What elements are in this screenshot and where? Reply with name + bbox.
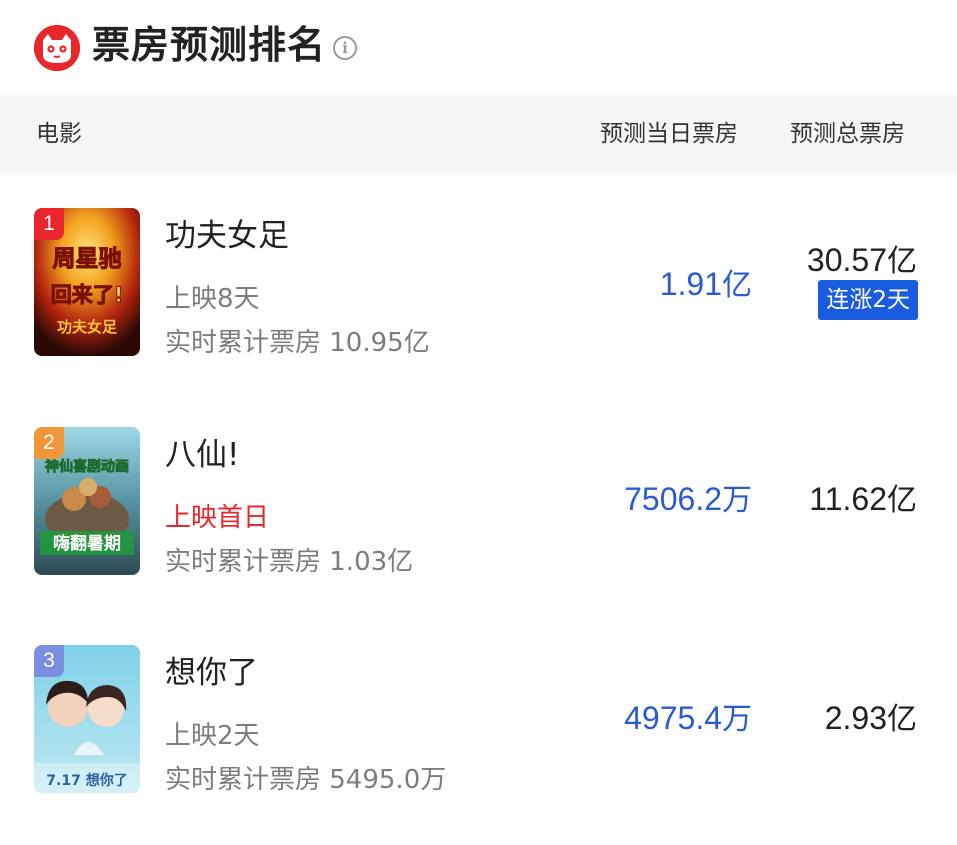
rising-streak-badge: 连涨2天 bbox=[818, 280, 918, 320]
svg-text:7.17 想你了: 7.17 想你了 bbox=[46, 772, 127, 789]
cumulative-box-office: 实时累计票房 5495.0万 bbox=[165, 765, 447, 795]
movie-row[interactable]: 7.17 想你了 3 想你了 上映2天 实时累计票房 5495.0万 4975.… bbox=[0, 645, 957, 845]
svg-text:周星驰: 周星驰 bbox=[53, 246, 122, 272]
movie-title[interactable]: 功夫女足 bbox=[165, 216, 289, 256]
daily-forecast-value: 7506.2万 bbox=[624, 481, 752, 517]
cumulative-box-office: 实时累计票房 1.03亿 bbox=[165, 547, 414, 577]
release-days: 上映8天 bbox=[165, 284, 260, 314]
rank-badge: 3 bbox=[34, 645, 64, 677]
total-forecast-value: 30.57亿 bbox=[806, 242, 917, 278]
page-title: 票房预测排名 bbox=[92, 23, 327, 67]
movie-row[interactable]: 周星驰 回来了! 功夫女足 1 功夫女足 上映8天 实时累计票房 10.95亿 … bbox=[0, 208, 957, 408]
svg-text:回来了!: 回来了! bbox=[51, 283, 124, 307]
rank-badge: 2 bbox=[34, 427, 64, 459]
movie-title[interactable]: 八仙! bbox=[165, 435, 239, 475]
svg-text:嗨翻暑期: 嗨翻暑期 bbox=[53, 533, 121, 554]
rank-badge: 1 bbox=[34, 208, 64, 240]
movie-poster[interactable]: 7.17 想你了 3 bbox=[34, 645, 140, 793]
svg-text:神仙喜剧动画: 神仙喜剧动画 bbox=[45, 458, 129, 475]
release-days: 上映2天 bbox=[165, 721, 260, 751]
total-forecast-value: 11.62亿 bbox=[809, 481, 917, 517]
maoyan-cat-logo-icon bbox=[34, 25, 80, 71]
movie-row[interactable]: 神仙喜剧动画 嗨翻暑期 2 八仙! 上映首日 实时累计票房 1.03亿 7506… bbox=[0, 427, 957, 627]
info-icon[interactable]: i bbox=[333, 36, 357, 60]
column-header-bar: 电影 预测当日票房 预测总票房 bbox=[0, 95, 957, 175]
cumulative-box-office: 实时累计票房 10.95亿 bbox=[165, 328, 430, 358]
daily-forecast-value: 1.91亿 bbox=[659, 266, 752, 302]
column-header-daily-forecast[interactable]: 预测当日票房 bbox=[600, 119, 738, 149]
column-header-total-forecast[interactable]: 预测总票房 bbox=[790, 119, 905, 149]
movie-title[interactable]: 想你了 bbox=[165, 653, 258, 693]
movie-poster[interactable]: 神仙喜剧动画 嗨翻暑期 2 bbox=[34, 427, 140, 575]
movie-poster[interactable]: 周星驰 回来了! 功夫女足 1 bbox=[34, 208, 140, 356]
total-forecast-value: 2.93亿 bbox=[824, 700, 917, 736]
svg-text:功夫女足: 功夫女足 bbox=[57, 318, 118, 336]
column-header-movie: 电影 bbox=[36, 121, 82, 147]
release-days: 上映首日 bbox=[165, 503, 270, 533]
daily-forecast-value: 4975.4万 bbox=[624, 700, 752, 736]
page-header: 票房预测排名 i bbox=[0, 0, 957, 95]
